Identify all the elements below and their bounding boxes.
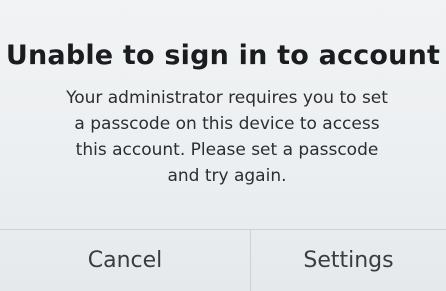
alert-message-line: this account. Please set a passcode: [75, 140, 379, 160]
alert-message: Your administrator requires you to set a…: [8, 85, 446, 189]
alert-message-line: and try again.: [167, 166, 287, 186]
cancel-button[interactable]: Cancel: [0, 230, 250, 291]
alert-title: Unable to sign in to account: [5, 40, 441, 71]
alert-dialog: Unable to sign in to account Your admini…: [0, 0, 446, 291]
alert-message-line: Your administrator requires you to set: [66, 88, 388, 108]
alert-message-line: a passcode on this device to access: [74, 114, 380, 134]
settings-button[interactable]: Settings: [251, 230, 446, 291]
